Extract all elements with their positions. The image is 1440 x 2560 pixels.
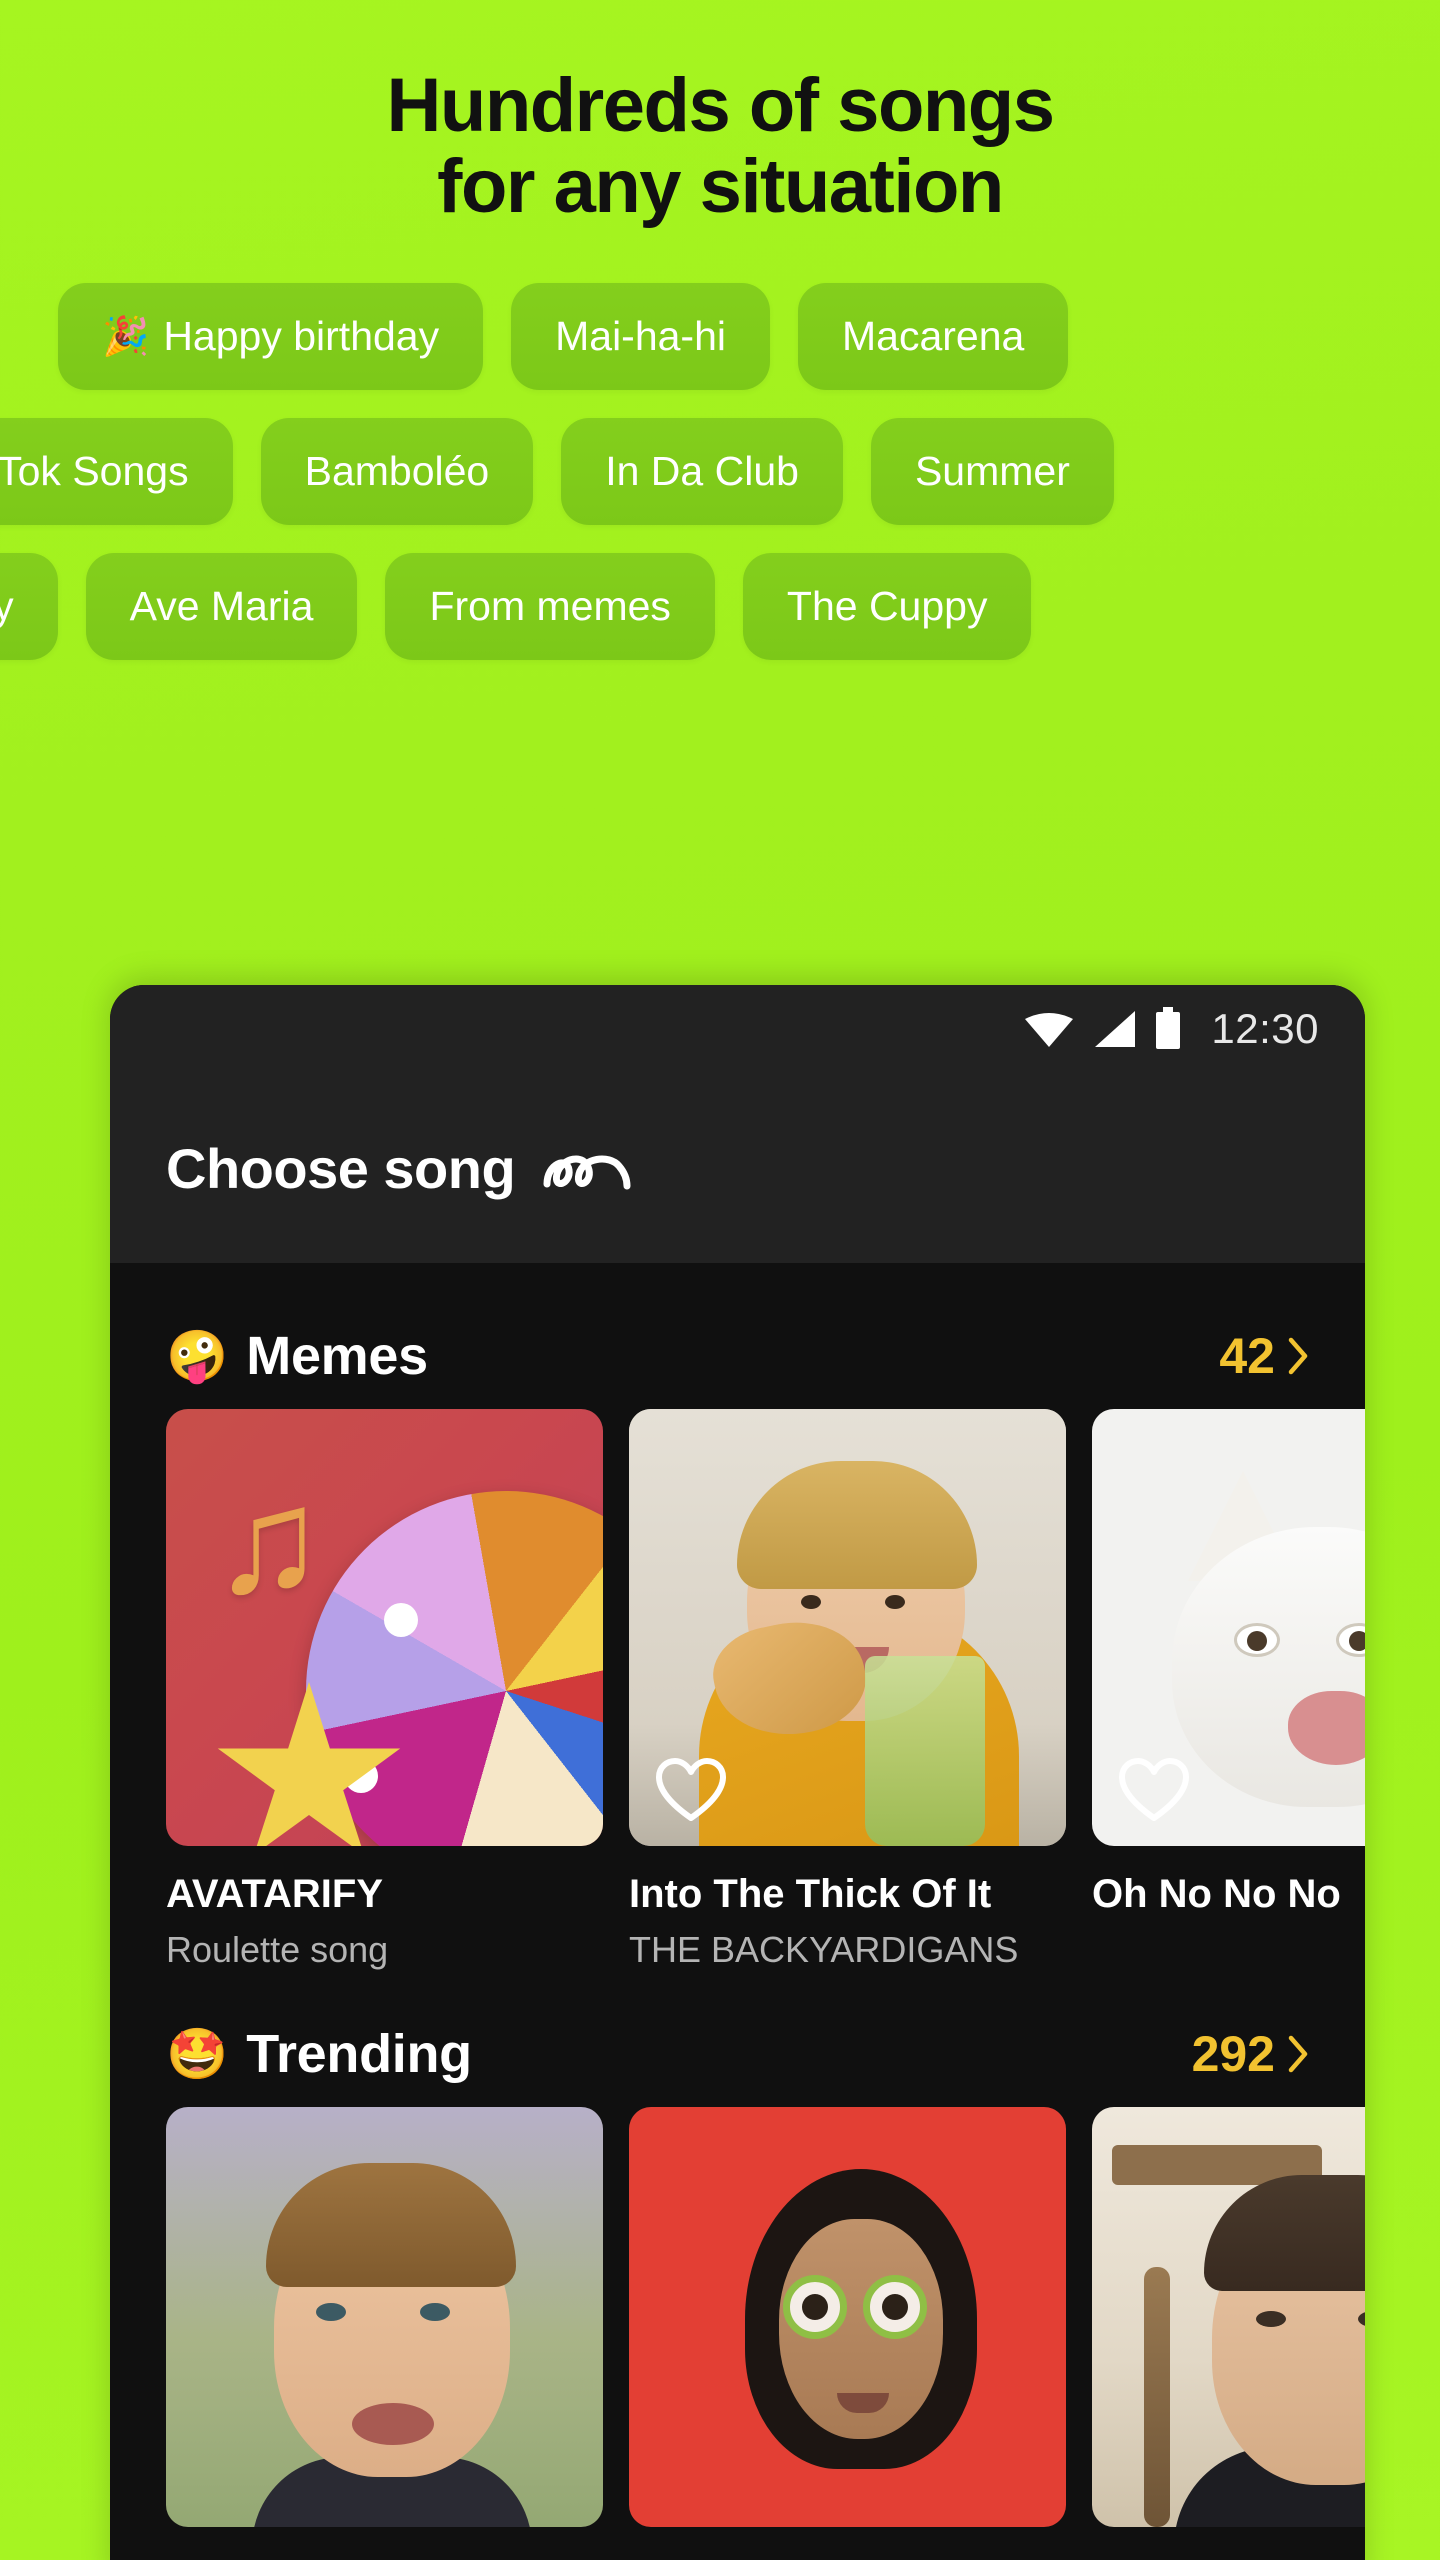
memes-card-row[interactable]: ♫ AVATARIFY Roulette song Into The Thick… [110, 1409, 1365, 1971]
chip-bamboleo[interactable]: Bamboléo [260, 418, 534, 526]
chip-in-da-club[interactable]: In Da Club [561, 418, 843, 526]
status-bar-clock: 12:30 [1211, 1005, 1319, 1052]
chip-happy-birthday[interactable]: 🎉 Happy birthday [58, 283, 484, 391]
song-title: Oh No No No [1092, 1872, 1341, 1916]
chip-row-1: 🎉 Happy birthday Mai-ha-hi Macarena [0, 283, 1440, 391]
chip-ave-maria[interactable]: Ave Maria [85, 553, 358, 661]
chip-row-3: ly Ave Maria From memes The Cuppy [0, 553, 1440, 661]
favorite-heart-icon[interactable] [1118, 1758, 1190, 1824]
song-card[interactable]: Oh No No No [1092, 1409, 1365, 1971]
song-card[interactable] [166, 2107, 603, 2527]
cat-pupil [1247, 1631, 1267, 1651]
cat-pupil [1349, 1631, 1365, 1651]
photo-subject-mouth [352, 2403, 434, 2445]
section-count-link[interactable]: 292 [1192, 2025, 1309, 2083]
chip-label: Macarena [842, 313, 1025, 360]
photo-subject-eye [882, 2294, 908, 2320]
status-bar: 12:30 [110, 985, 1365, 1073]
chip-tiktok-songs[interactable]: TikTok Songs [0, 418, 233, 526]
leonardo-dicaprio-photo [1092, 2107, 1365, 2527]
chevron-right-icon [1288, 2035, 1308, 2073]
background-pole [1144, 2267, 1170, 2527]
photo-subject-eye [802, 2294, 828, 2320]
photo-subject-eye [885, 1595, 905, 1609]
chip-label: The Cuppy [786, 583, 988, 630]
section-count-link[interactable]: 42 [1219, 1327, 1309, 1385]
chevron-right-icon [1288, 1337, 1308, 1375]
song-artwork[interactable] [1092, 2107, 1365, 2527]
section-header-memes[interactable]: 🤪 Memes 42 [110, 1297, 1365, 1409]
wheel-dot [384, 1603, 418, 1637]
song-card[interactable] [629, 2107, 1066, 2527]
chip-mai-ha-hi[interactable]: Mai-ha-hi [511, 283, 770, 391]
headline-line-2: for any situation [437, 143, 1004, 229]
app-header: Choose song [110, 1073, 1365, 1263]
section-count: 42 [1219, 1328, 1275, 1384]
chip-label: Summer [914, 448, 1070, 495]
song-subtitle: THE BACKYARDIGANS [629, 1929, 1019, 1970]
squiggle-doodle-icon [543, 1155, 631, 1190]
song-title: Into The Thick Of It [629, 1872, 992, 1916]
song-list-body[interactable]: 🤪 Memes 42 ♫ AVATARIFY Roulette song Int… [110, 1263, 1365, 2560]
photo-subject-eye [801, 1595, 821, 1609]
song-card[interactable]: ♫ AVATARIFY Roulette song [166, 1409, 603, 1971]
song-artwork[interactable] [1092, 1409, 1365, 1846]
zany-face-icon: 🤪 [166, 1328, 229, 1384]
headline-line-1: Hundreds of songs [386, 63, 1055, 148]
chip-macarena[interactable]: Macarena [798, 283, 1069, 391]
chip-label: From memes [429, 583, 671, 630]
encanto-mirabel-photo [629, 2107, 1066, 2527]
chip-label: TikTok Songs [0, 448, 189, 495]
brad-pitt-photo [166, 2107, 603, 2527]
song-artwork[interactable] [166, 2107, 603, 2527]
section-title: Memes [246, 1326, 428, 1386]
chip-label: Mai-ha-hi [555, 313, 726, 360]
song-artwork[interactable] [629, 1409, 1066, 1846]
song-artwork[interactable]: ♫ [166, 1409, 603, 1846]
section-count: 292 [1191, 2026, 1275, 2082]
chip-label: Bamboléo [304, 448, 490, 495]
roulette-wheel-icon [306, 1491, 603, 1846]
photo-subject-hair [266, 2163, 516, 2287]
chip-ly-partial[interactable]: ly [0, 553, 58, 661]
chip-row-2: TikTok Songs Bamboléo In Da Club Summer [0, 418, 1440, 526]
page-title: Hundreds of songs for any situation [0, 0, 1440, 227]
phone-mockup: 12:30 Choose song 🤪 Memes 42 ♫ AVATARIFY… [110, 985, 1365, 2560]
favorite-heart-icon[interactable] [655, 1758, 727, 1824]
chip-label: Ave Maria [129, 583, 314, 630]
song-title: AVATARIFY [166, 1872, 384, 1916]
star-struck-icon: 🤩 [166, 2026, 229, 2082]
wifi-icon [1025, 1013, 1074, 1047]
roulette-wheel-artwork: ♫ [166, 1409, 603, 1846]
drinking-glass [865, 1656, 985, 1846]
chip-summer[interactable]: Summer [870, 418, 1114, 526]
chip-label: ly [0, 583, 14, 630]
chip-the-cuppy[interactable]: The Cuppy [742, 553, 1032, 661]
section-title: Trending [246, 2024, 472, 2084]
party-popper-icon: 🎉 [102, 315, 150, 358]
song-card[interactable]: Into The Thick Of It THE BACKYARDIGANS [629, 1409, 1066, 1971]
screen-title: Choose song [166, 1136, 516, 1200]
song-subtitle: Roulette song [166, 1929, 389, 1970]
photo-subject-eye [1256, 2311, 1286, 2327]
trending-card-row[interactable] [110, 2107, 1365, 2527]
photo-subject-eye [316, 2303, 346, 2321]
song-artwork[interactable] [629, 2107, 1066, 2527]
chip-from-memes[interactable]: From memes [385, 553, 715, 661]
song-card[interactable] [1092, 2107, 1365, 2527]
photo-subject-hair [1204, 2175, 1365, 2291]
cellular-signal-icon [1095, 1011, 1136, 1047]
section-header-trending[interactable]: 🤩 Trending 292 [110, 1971, 1365, 2107]
chip-label: Happy birthday [163, 313, 440, 360]
photo-subject-eye [420, 2303, 450, 2321]
music-note-icon: ♫ [212, 1456, 325, 1624]
battery-icon [1156, 1007, 1181, 1049]
chip-label: In Da Club [605, 448, 799, 495]
category-chip-rows: 🎉 Happy birthday Mai-ha-hi Macarena TikT… [0, 283, 1440, 661]
